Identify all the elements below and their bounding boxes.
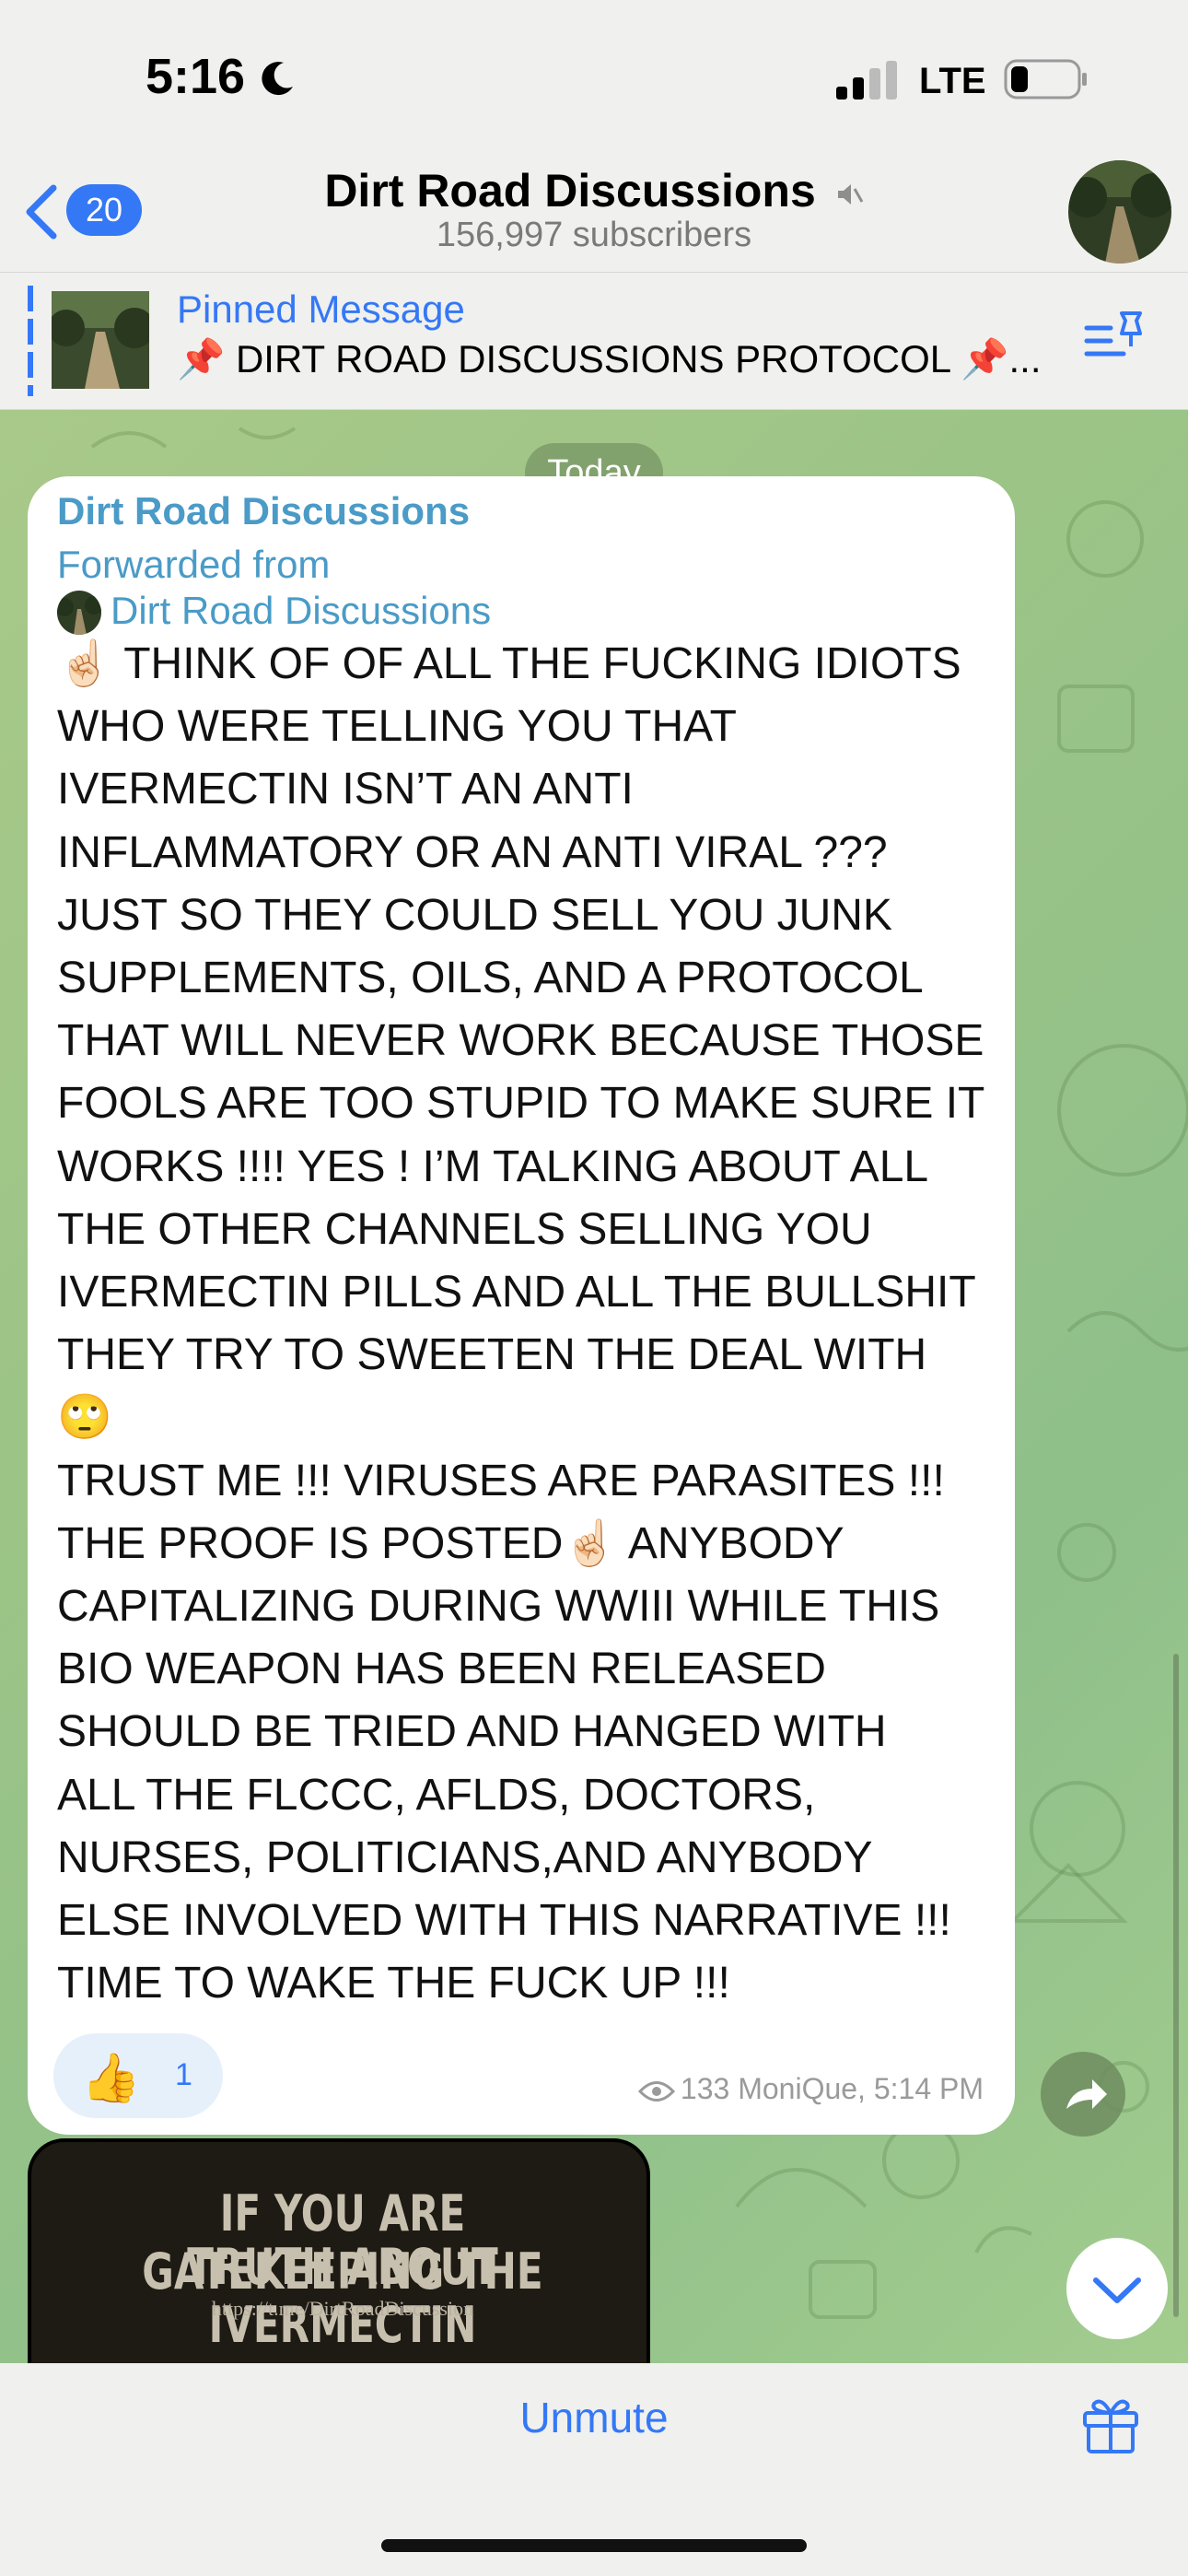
pinned-message-bar[interactable]: Pinned Message 📌 DIRT ROAD DISCUSSIONS P… — [0, 272, 1188, 410]
forwarded-from-name[interactable]: Dirt Road Discussions — [111, 589, 491, 633]
pinned-indicator — [28, 286, 33, 396]
forward-arrow-icon — [1066, 2079, 1107, 2109]
pinned-title: Pinned Message — [177, 287, 465, 331]
moon-icon — [262, 62, 293, 96]
forwarded-avatar[interactable] — [57, 591, 101, 635]
reaction-chip[interactable]: 👍 1 — [53, 2033, 223, 2118]
gift-icon[interactable] — [1077, 2389, 1144, 2455]
forwarded-from-label: Forwarded from — [57, 543, 331, 586]
channel-avatar[interactable] — [1068, 160, 1171, 263]
subscriber-count: 156,997 subscribers — [436, 216, 752, 254]
message-author-time: MoniQue, 5:14 PM — [738, 2072, 984, 2105]
image-caption-line2: TRUTH ABOUT IVERMECTIN — [187, 2238, 498, 2354]
chat-background: Today Dirt Road Discussions Forwarded fr… — [0, 410, 1188, 2363]
status-time: 5:16 — [146, 49, 246, 104]
unmute-button[interactable]: Unmute — [0, 2393, 1188, 2442]
eye-icon — [637, 2080, 675, 2102]
message-meta: 133 MoniQue, 5:14 PM — [637, 2072, 984, 2106]
image-url-watermark: https://t.me/DirtRoadDiscussion — [211, 2297, 474, 2320]
channel-title[interactable]: Dirt Road Discussions — [0, 164, 1188, 217]
message-image[interactable]: IF YOU ARE GATEKEEPING THE TRUTH ABOUT I… — [28, 2138, 650, 2363]
home-indicator[interactable] — [381, 2539, 807, 2552]
channel-title-text: Dirt Road Discussions — [324, 165, 816, 217]
scroll-to-bottom-button[interactable] — [1066, 2238, 1168, 2339]
pinned-text: 📌 DIRT ROAD DISCUSSIONS PROTOCOL 📌... — [177, 337, 1042, 381]
scrollbar[interactable] — [1173, 1654, 1179, 2317]
reaction-count: 1 — [175, 2057, 192, 2092]
view-count: 133 — [680, 2072, 730, 2105]
signal-icon — [836, 61, 897, 100]
pinned-list-icon[interactable] — [1083, 308, 1147, 367]
thumbs-up-icon: 👍 — [81, 2052, 141, 2105]
message-text: ☝🏻 THINK OF OF ALL THE FUCKING IDIOTS WH… — [57, 639, 985, 2008]
chat-header: 20 Dirt Road Discussions 156,997 subscri… — [0, 157, 1188, 272]
chevron-down-icon — [1093, 2277, 1141, 2303]
status-bar: 5:16 LTE — [0, 0, 1188, 157]
share-button[interactable] — [1041, 2052, 1125, 2137]
network-label: LTE — [919, 61, 986, 101]
pinned-thumbnail — [52, 291, 149, 389]
message-sender[interactable]: Dirt Road Discussions — [57, 489, 470, 533]
battery-icon — [1004, 59, 1087, 100]
message-bubble[interactable]: Dirt Road Discussions Forwarded from Dir… — [28, 476, 1015, 2135]
muted-speaker-icon — [837, 183, 863, 205]
